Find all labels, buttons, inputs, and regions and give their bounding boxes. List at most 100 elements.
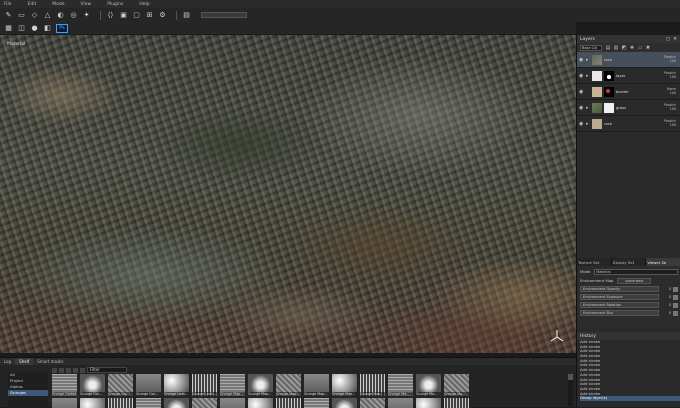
slider-label: Environment Blur [583, 311, 614, 315]
main-toolbar: ✎ ▭ ◇ △ ◐ ◎ ✦ ⟨⟩ ▣ ▢ ⊞ ⚙ ▤ [0, 8, 680, 22]
shelf-item[interactable]: Grunge Leak... [192, 374, 217, 396]
zoom-icon[interactable] [73, 367, 78, 373]
picker-icon[interactable]: ✦ [82, 11, 91, 20]
menu-plugins[interactable]: Plugins [107, 2, 123, 7]
search-icon[interactable] [80, 367, 85, 373]
filter-input[interactable]: Filter [87, 367, 127, 373]
photoshop-icon[interactable]: Ps [56, 23, 68, 33]
smudge-icon[interactable]: ◐ [56, 11, 65, 20]
tab-viewer-settings[interactable]: Viewer Se [646, 258, 680, 266]
mode-label: Mode [580, 269, 591, 274]
environment-blur-slider[interactable]: Environment Blur [580, 310, 659, 316]
scroll-thumb[interactable] [568, 374, 573, 380]
camera-icon[interactable]: ▣ [119, 11, 128, 20]
menu-help[interactable]: Help [139, 2, 149, 7]
slider-value: 0 [668, 303, 671, 307]
layer-row[interactable]: ◉ ▸ rock Passthr 100 [577, 52, 680, 68]
mode-select[interactable]: Material [594, 268, 678, 275]
mask-thumbnail [604, 70, 614, 81]
shelf-scrollbar[interactable] [568, 374, 573, 406]
projection-icon[interactable]: ◇ [30, 11, 39, 20]
shelf-item[interactable]: Grunge Ma... [388, 374, 413, 396]
history-list: Add stroke Add stroke Add stroke Add stroke… [577, 340, 680, 407]
float-icon[interactable]: ▢ [666, 37, 670, 42]
eye-icon[interactable]: ◉ [579, 73, 586, 79]
slider-label: Environment Exposure [583, 295, 623, 299]
settings-icon[interactable]: ⚙ [158, 11, 167, 20]
layer-thumbnail [592, 118, 602, 129]
eye-icon[interactable]: ◉ [579, 121, 586, 127]
menu-mode[interactable]: Mode [52, 2, 64, 7]
folder-icon[interactable]: ▭ [637, 45, 643, 51]
edit-icon[interactable] [673, 310, 678, 316]
import-icon[interactable] [52, 367, 57, 373]
layer-row[interactable]: ◉ ▸ rock Passthr 100 [577, 116, 680, 132]
right-panel: Layers ▢ ✕ Base Col ▤ ▥ ◩ ✚ ▭ ✖ ◉ ▸ rock … [576, 35, 680, 407]
eraser-icon[interactable]: ▭ [17, 11, 26, 20]
shelf-item[interactable]: Grunge Folded [52, 374, 77, 396]
shelf-item-label: Grunge Ma... [444, 392, 469, 396]
lock-icon[interactable]: ▤ [182, 11, 191, 20]
close-icon[interactable]: ✕ [673, 37, 677, 42]
texture-icon[interactable]: ◫ [17, 24, 26, 33]
shelf-item[interactable]: Grunge Map... [276, 374, 301, 396]
shelf-item[interactable]: Grunge Gal... [80, 374, 105, 396]
symmetry-icon[interactable]: ⟨⟩ [106, 11, 115, 20]
sphere-icon[interactable]: ● [30, 24, 39, 33]
add-layer-icon[interactable]: ▤ [605, 45, 611, 51]
shelf-item[interactable]: Grunge Map... [360, 374, 385, 396]
tab-log[interactable]: Log [0, 358, 15, 365]
eye-icon[interactable]: ◉ [579, 89, 586, 95]
layer-thumbnail [592, 54, 602, 65]
polygon-fill-icon[interactable]: △ [43, 11, 52, 20]
shelf-item[interactable]: Grunge Gal... [136, 374, 161, 396]
layers-view-icon[interactable]: ▦ [4, 24, 13, 33]
shelf-item[interactable]: Grunge Map... [304, 374, 329, 396]
tab-display-settings[interactable]: Display Set [612, 258, 647, 266]
add-mask-icon[interactable]: ◩ [621, 45, 627, 51]
environment-exposure-slider[interactable]: Environment Exposure [580, 294, 659, 300]
add-fill-icon[interactable]: ▥ [613, 45, 619, 51]
tab-shelf[interactable]: Shelf [15, 358, 34, 365]
list-view-icon[interactable] [66, 367, 71, 373]
menu-edit[interactable]: Edit [28, 2, 37, 7]
viewer-settings-panel: Mode Material Environment Map panorama E… [577, 266, 680, 328]
eye-icon[interactable]: ◉ [579, 105, 586, 111]
layer-row[interactable]: ◉ ▸ grass Passthr 100 [577, 100, 680, 116]
edit-icon[interactable] [673, 294, 678, 300]
environment-map-button[interactable]: panorama [617, 277, 652, 284]
trash-icon[interactable]: ✖ [645, 45, 651, 51]
uv-icon[interactable]: ◧ [43, 24, 52, 33]
tab-texture-set[interactable]: Texture Set [577, 258, 612, 266]
environment-opacity-slider[interactable]: Environment Opacity [580, 286, 659, 292]
brush-size-slider[interactable] [201, 12, 247, 18]
menu-file[interactable]: File [4, 2, 12, 7]
history-item[interactable]: Group layer(s) [580, 396, 680, 401]
tab-smart-masks[interactable]: Smart masks [33, 358, 67, 365]
menu-view[interactable]: View [81, 2, 92, 7]
channel-select[interactable]: Base Col [580, 44, 602, 51]
shelf-item-label: Grunge Gal... [108, 392, 133, 396]
shelf-item[interactable]: Grunge Map... [248, 374, 273, 396]
clone-icon[interactable]: ◎ [69, 11, 78, 20]
category-item[interactable]: Grunges [8, 390, 48, 396]
shelf-item[interactable]: Grunge Gal... [108, 374, 133, 396]
brush-icon[interactable]: ✎ [4, 11, 13, 20]
3d-viewport[interactable]: Material [0, 35, 576, 353]
shelf-item[interactable]: Grunge Map... [332, 374, 357, 396]
environment-rotation-slider[interactable]: Environment Rotation [580, 302, 659, 308]
edit-icon[interactable] [673, 302, 678, 308]
shelf-item[interactable]: Grunge Leak... [164, 374, 189, 396]
add-effect-icon[interactable]: ✚ [629, 45, 635, 51]
layer-row[interactable]: ◉ border Norm 100 [577, 84, 680, 100]
screen-icon[interactable]: ▢ [132, 11, 141, 20]
edit-icon[interactable] [673, 286, 678, 292]
layer-row[interactable]: ◉ ▸ layer Passthr 100 [577, 68, 680, 84]
shelf-item[interactable]: Grunge Ma... [444, 374, 469, 396]
grid-icon[interactable]: ⊞ [145, 11, 154, 20]
grid-view-icon[interactable] [59, 367, 64, 373]
eye-icon[interactable]: ◉ [579, 57, 586, 63]
shelf-item[interactable]: Grunge Map... [220, 374, 245, 396]
history-header: History [577, 332, 680, 340]
shelf-item[interactable]: Grunge Ma... [416, 374, 441, 396]
